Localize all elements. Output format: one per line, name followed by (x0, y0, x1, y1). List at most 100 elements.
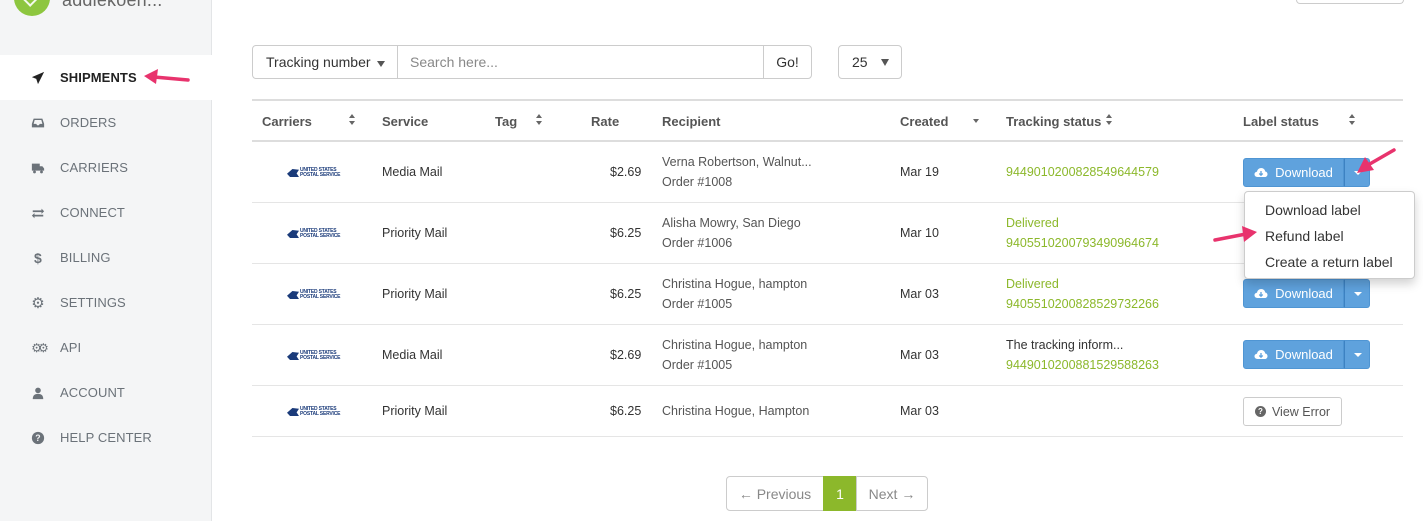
dollar-icon: $ (34, 249, 42, 266)
usps-eagle-icon (287, 408, 299, 416)
sidebar-item-carriers[interactable]: CARRIERS (0, 145, 212, 190)
tracking-status-text: Delivered (1006, 277, 1059, 291)
table-row: UNITED STATES POSTAL SERVICE Media Mail … (252, 142, 1403, 203)
question-circle-icon: ? (30, 430, 46, 446)
sort-icon[interactable] (535, 114, 543, 126)
column-header-recipient[interactable]: Recipient (662, 114, 721, 129)
tracking-status-text: Delivered (1006, 216, 1059, 230)
tracking-number-link[interactable]: 9405510200793490964674 (1006, 236, 1159, 250)
column-header-tracking-status[interactable]: Tracking status (1006, 114, 1101, 129)
table-header: Carriers Service Tag Rate Recipient Crea… (252, 99, 1403, 142)
download-split-button: Download (1243, 158, 1370, 187)
truck-icon (30, 160, 46, 176)
created-cell: Mar 10 (900, 226, 939, 240)
next-page-button[interactable]: Next → (856, 476, 928, 511)
column-header-label-status[interactable]: Label status (1243, 114, 1319, 129)
tracking-status-text: The tracking inform... (1006, 338, 1124, 352)
rate-cell: $6.25 (610, 226, 642, 240)
sidebar-item-billing[interactable]: $ BILLING (0, 235, 212, 280)
sidebar-nav: SHIPMENTS ORDERS CARRIERS CONNECT $ BILL… (0, 55, 212, 460)
account-name[interactable]: addiekoen... (62, 0, 162, 11)
recipient-cell: Christina Hogue, hampton (662, 338, 808, 352)
order-link[interactable]: Order #1006 (662, 236, 732, 250)
service-cell: Priority Mail (382, 287, 448, 301)
rate-cell: $2.69 (610, 165, 642, 179)
download-split-button: Download (1243, 340, 1370, 369)
sidebar-item-label: API (60, 340, 82, 355)
order-link[interactable]: Order #1008 (662, 175, 732, 189)
sort-icon[interactable] (1105, 114, 1113, 126)
order-link[interactable]: Order #1005 (662, 358, 732, 372)
usps-eagle-icon (287, 291, 299, 299)
column-header-created[interactable]: Created (900, 114, 948, 129)
sidebar-item-api[interactable]: ⚙⚙ API (0, 325, 212, 370)
column-header-tag[interactable]: Tag (495, 114, 517, 129)
shipments-table: Carriers Service Tag Rate Recipient Crea… (252, 99, 1403, 437)
tracking-number-link[interactable]: 9405510200828529732266 (1006, 297, 1159, 311)
column-header-carriers[interactable]: Carriers (262, 114, 312, 129)
per-page-select[interactable]: 25 (838, 45, 902, 79)
question-circle-icon: ? (1254, 406, 1266, 417)
annotation-arrow-refund (1213, 226, 1257, 242)
recipient-cell: Christina Hogue, hampton (662, 277, 808, 291)
cloud-download-icon (1254, 349, 1268, 360)
caret-down-icon (377, 61, 385, 67)
usps-logo: UNITED STATES POSTAL SERVICE (287, 407, 340, 417)
brand[interactable]: addiekoen... (0, 0, 212, 20)
top-right-button[interactable] (1296, 0, 1404, 4)
service-cell: Media Mail (382, 348, 443, 362)
usps-logo: UNITED STATES POSTAL SERVICE (287, 229, 340, 239)
sidebar-item-connect[interactable]: CONNECT (0, 190, 212, 235)
search-filter-select[interactable]: Tracking number (252, 45, 398, 79)
gears-icon: ⚙⚙ (31, 340, 49, 355)
menu-item-download-label[interactable]: Download label (1245, 197, 1414, 223)
page-1-button[interactable]: 1 (823, 476, 857, 511)
sort-icon[interactable] (348, 114, 356, 126)
paper-plane-icon (30, 70, 46, 86)
download-button[interactable]: Download (1243, 279, 1344, 308)
service-cell: Priority Mail (382, 404, 448, 418)
download-button[interactable]: Download (1243, 340, 1344, 369)
download-dropdown-toggle[interactable] (1344, 279, 1370, 308)
download-button[interactable]: Download (1243, 158, 1344, 187)
usps-logo: UNITED STATES POSTAL SERVICE (287, 351, 340, 361)
tracking-number-link[interactable]: 9449010200881529588263 (1006, 358, 1159, 372)
sidebar-item-settings[interactable]: ⚙ SETTINGS (0, 280, 212, 325)
usps-eagle-icon (287, 352, 299, 360)
view-error-label: View Error (1271, 404, 1331, 419)
usps-eagle-icon (287, 169, 299, 177)
recipient-cell: Alisha Mowry, San Diego (662, 216, 801, 230)
menu-item-create-return-label[interactable]: Create a return label (1245, 249, 1414, 275)
table-row: UNITED STATES POSTAL SERVICE Priority Ma… (252, 386, 1403, 437)
search-input[interactable] (397, 45, 764, 79)
view-error-button[interactable]: ? View Error (1243, 397, 1342, 426)
download-label: Download (1275, 165, 1333, 180)
download-split-button: Download (1243, 279, 1370, 308)
annotation-arrow-dropdown-toggle (1357, 148, 1396, 173)
column-header-service[interactable]: Service (382, 114, 428, 129)
sidebar-item-help-center[interactable]: ? HELP CENTER (0, 415, 212, 460)
download-label: Download (1275, 286, 1333, 301)
sort-icon[interactable] (1348, 114, 1356, 126)
brand-logo (14, 0, 50, 16)
tracking-number-link[interactable]: 9449010200828549644579 (1006, 165, 1159, 179)
sidebar-item-account[interactable]: ACCOUNT (0, 370, 212, 415)
column-header-rate[interactable]: Rate (591, 114, 619, 129)
previous-page-button[interactable]: ← Previous (726, 476, 824, 511)
go-button[interactable]: Go! (763, 45, 812, 79)
pagination: ← Previous 1 Next → (726, 476, 928, 511)
order-link[interactable]: Order #1005 (662, 297, 732, 311)
rate-cell: $2.69 (610, 348, 642, 362)
recipient-cell: Christina Hogue, Hampton (662, 404, 810, 418)
usps-logo: UNITED STATES POSTAL SERVICE (287, 290, 340, 300)
download-dropdown-toggle[interactable] (1344, 340, 1370, 369)
menu-item-refund-label[interactable]: Refund label (1245, 223, 1414, 249)
user-icon (30, 385, 46, 401)
download-label: Download (1275, 347, 1333, 362)
sidebar-item-orders[interactable]: ORDERS (0, 100, 212, 145)
sort-desc-icon[interactable] (972, 114, 980, 126)
download-dropdown-menu: Download label Refund label Create a ret… (1244, 191, 1415, 279)
sidebar-item-label: SHIPMENTS (60, 70, 137, 85)
inbox-icon (30, 115, 46, 131)
sidebar-item-label: CONNECT (60, 205, 125, 220)
